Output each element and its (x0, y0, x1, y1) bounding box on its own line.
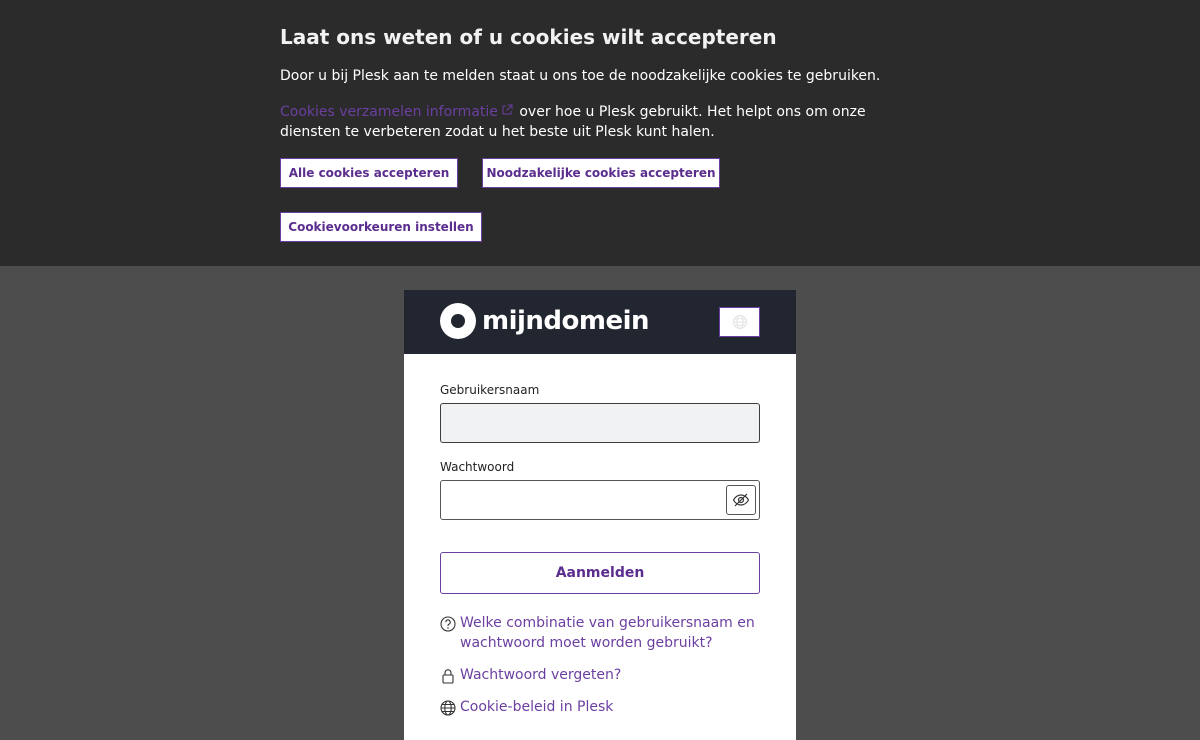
password-input[interactable] (440, 480, 760, 520)
page: Laat ons weten of u cookies wilt accepte… (0, 0, 1200, 740)
cookie-banner: Laat ons weten of u cookies wilt accepte… (0, 0, 1200, 266)
cookie-banner-content: Laat ons weten of u cookies wilt accepte… (280, 24, 920, 142)
external-link-icon (501, 102, 513, 115)
language-button[interactable] (719, 307, 760, 337)
login-card-header: mijndomein (404, 290, 796, 354)
question-circle-icon (440, 613, 456, 653)
cookie-policy-link[interactable]: Cookie-beleid in Plesk (440, 697, 613, 722)
accept-all-cookies-button[interactable]: Alle cookies accepteren (280, 158, 458, 188)
username-label: Gebruikersnaam (440, 383, 540, 397)
cookie-preferences-button[interactable]: Cookievoorkeuren instellen (280, 212, 482, 242)
cookie-banner-info: Cookies verzamelen informatie over hoe u… (280, 102, 920, 142)
cookie-policy-label: Cookie-beleid in Plesk (460, 699, 614, 715)
toggle-password-visibility-button[interactable] (726, 485, 756, 515)
logo: mijndomein (440, 303, 650, 339)
forgot-password-label: Wachtwoord vergeten? (460, 667, 622, 683)
cookie-info-link[interactable]: Cookies verzamelen informatie (280, 104, 515, 120)
lock-icon (440, 665, 456, 690)
credentials-help-link[interactable]: Welke combinatie van gebruikersnaam en w… (440, 613, 760, 653)
login-card: mijndomein Gebruikersnaam Wachtwoord Aan… (404, 290, 796, 740)
cookie-info-link-label: Cookies verzamelen informatie (280, 104, 498, 120)
logo-mark (440, 303, 476, 339)
cookie-banner-title: Laat ons weten of u cookies wilt accepte… (280, 25, 777, 49)
cookie-banner-text: Door u bij Plesk aan te melden staat u o… (280, 68, 881, 84)
password-label: Wachtwoord (440, 460, 515, 474)
forgot-password-link[interactable]: Wachtwoord vergeten? (440, 665, 621, 690)
logo-text: mijndomein (482, 306, 650, 336)
credentials-help-label: Welke combinatie van gebruikersnaam en w… (460, 615, 755, 651)
globe-icon (440, 697, 456, 722)
login-button[interactable]: Aanmelden (440, 552, 760, 594)
accept-necessary-cookies-button[interactable]: Noodzakelijke cookies accepteren (482, 158, 720, 188)
username-input[interactable] (440, 403, 760, 443)
